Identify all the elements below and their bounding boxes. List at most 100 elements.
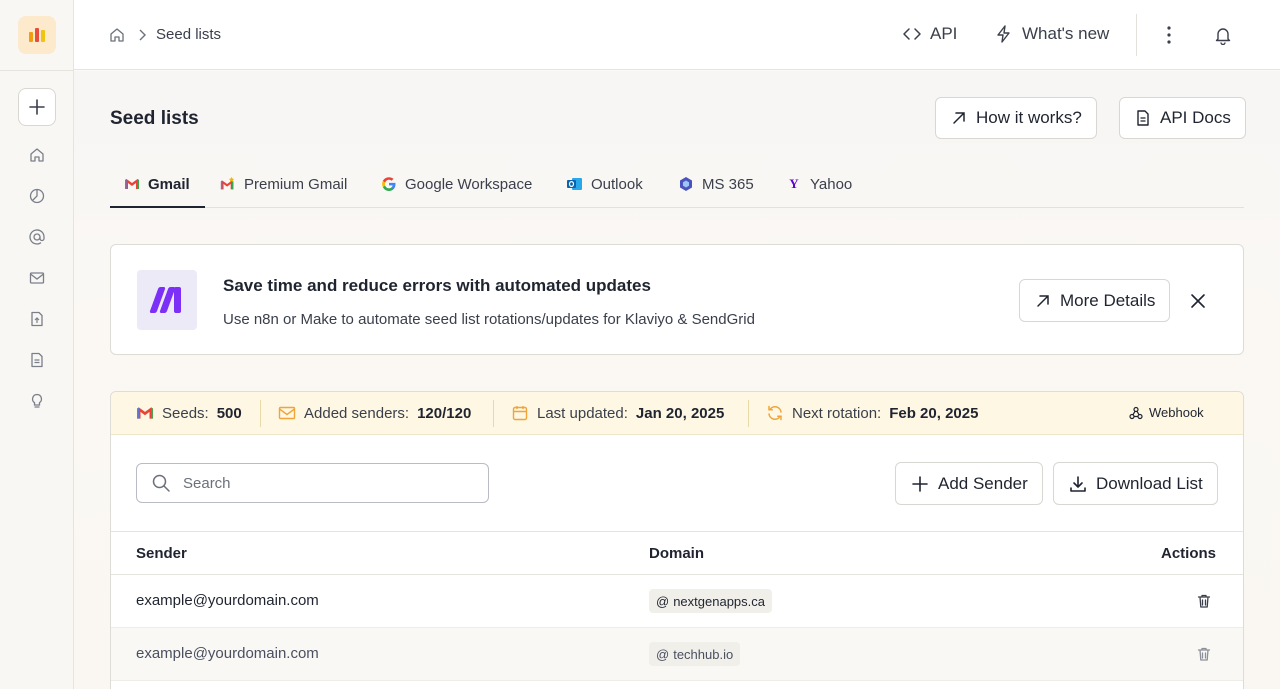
- at-sign-icon: @: [656, 593, 670, 609]
- breadcrumb-home-icon[interactable]: [108, 26, 126, 44]
- chevron-right-icon: [139, 29, 146, 41]
- more-menu-button[interactable]: [1158, 24, 1180, 46]
- stat-divider: [748, 400, 749, 427]
- download-list-button[interactable]: Download List: [1053, 462, 1218, 505]
- tab-outlook[interactable]: Outlook: [567, 173, 643, 195]
- stat-label: Added senders:: [304, 404, 410, 422]
- ms365-icon: [678, 176, 694, 192]
- tab-premium-gmail[interactable]: Premium Gmail: [220, 173, 347, 195]
- tab-label: Premium Gmail: [244, 175, 348, 193]
- whats-new-link[interactable]: What's new: [994, 24, 1109, 44]
- active-tab-indicator: [110, 206, 205, 208]
- at-sign-icon: [29, 229, 45, 245]
- stat-next-rotation: Next rotation: Feb 20, 2025: [766, 403, 978, 423]
- table-row: example@yourdomain.com @ nextgenapps.ca: [111, 575, 1243, 628]
- new-button[interactable]: [18, 88, 56, 126]
- close-icon: [1191, 294, 1205, 308]
- header-divider: [1136, 14, 1137, 56]
- webhook-link[interactable]: Webhook: [1129, 405, 1204, 420]
- stat-seeds: Seeds: 500: [136, 403, 242, 423]
- download-list-label: Download List: [1096, 473, 1203, 493]
- mail-icon: [29, 272, 45, 284]
- home-icon: [30, 148, 44, 162]
- tab-yahoo[interactable]: Y Yahoo: [786, 173, 852, 195]
- automation-banner: Save time and reduce errors with automat…: [110, 244, 1244, 355]
- stat-last-updated: Last updated: Jan 20, 2025: [511, 403, 724, 423]
- document-icon: [1137, 110, 1149, 126]
- column-header-domain: Domain: [649, 545, 705, 562]
- file-upload-icon: [31, 311, 43, 327]
- stat-divider: [493, 400, 494, 427]
- calendar-icon: [512, 406, 528, 421]
- sidebar-item-home[interactable]: [28, 146, 46, 164]
- sidebar-item-documents[interactable]: [28, 351, 46, 369]
- table-header: Sender Domain Actions: [111, 531, 1243, 575]
- tab-gmail[interactable]: Gmail: [124, 173, 190, 195]
- sidebar-item-addresses[interactable]: [28, 228, 46, 246]
- pie-chart-icon: [29, 188, 45, 204]
- more-details-button[interactable]: More Details: [1019, 279, 1171, 322]
- lightbulb-icon: [31, 393, 43, 408]
- stat-label: Next rotation:: [792, 404, 882, 422]
- domain-badge: @ nextgenapps.ca: [649, 589, 772, 613]
- arrow-up-right-icon: [953, 112, 965, 124]
- api-docs-label: API Docs: [1160, 108, 1231, 127]
- tab-label: Outlook: [591, 175, 643, 193]
- delete-icon[interactable]: [1195, 645, 1213, 663]
- tab-label: Gmail: [148, 175, 190, 193]
- make-logo-icon: [137, 270, 197, 330]
- tab-ms-365[interactable]: MS 365: [678, 173, 754, 195]
- api-link[interactable]: API: [902, 24, 957, 44]
- stat-value: Jan 20, 2025: [635, 404, 725, 422]
- stat-divider: [260, 400, 261, 427]
- api-docs-button[interactable]: API Docs: [1119, 97, 1246, 139]
- outlook-icon: [567, 176, 583, 192]
- sidebar-item-import[interactable]: [28, 310, 46, 328]
- sidebar-item-tips[interactable]: [28, 392, 46, 410]
- add-sender-label: Add Sender: [938, 473, 1028, 493]
- whats-new-label: What's new: [1022, 24, 1110, 43]
- sidebar-item-reports[interactable]: [28, 187, 46, 205]
- stat-value: 120/120: [417, 404, 472, 422]
- webhook-label: Webhook: [1149, 405, 1204, 420]
- mail-icon: [278, 406, 296, 420]
- top-header: Seed lists API What's new: [74, 0, 1280, 70]
- tab-label: MS 365: [702, 175, 754, 193]
- webhook-icon: [1129, 406, 1143, 419]
- stat-label: Seeds:: [162, 404, 209, 422]
- sender-email: example@yourdomain.com: [136, 645, 319, 662]
- add-sender-button[interactable]: Add Sender: [895, 462, 1043, 505]
- document-icon: [31, 352, 43, 368]
- search-input[interactable]: [183, 474, 463, 492]
- provider-tabs: Gmail Premium Gmail Google Workspace Out…: [110, 161, 1244, 208]
- stat-label: Last updated:: [537, 404, 628, 422]
- domain-text: techhub.io: [673, 646, 734, 662]
- page-title: Seed lists: [110, 108, 199, 129]
- gmail-icon: [124, 176, 140, 192]
- tab-google-workspace[interactable]: Google Workspace: [381, 173, 532, 195]
- plus-icon: [29, 99, 45, 115]
- column-header-actions: Actions: [1161, 545, 1217, 562]
- how-it-works-button[interactable]: How it works?: [935, 97, 1097, 139]
- column-header-sender: Sender: [136, 545, 187, 562]
- tab-label: Yahoo: [810, 175, 853, 193]
- app-logo[interactable]: [18, 16, 56, 54]
- notifications-button[interactable]: [1212, 24, 1234, 46]
- how-it-works-label: How it works?: [976, 108, 1082, 127]
- code-icon: [903, 28, 921, 40]
- close-banner-button[interactable]: [1187, 290, 1209, 312]
- arrow-up-right-icon: [1037, 294, 1049, 307]
- lightning-icon: [997, 25, 1010, 43]
- breadcrumb-current: Seed lists: [156, 26, 222, 43]
- plus-icon: [912, 475, 928, 492]
- delete-icon[interactable]: [1195, 592, 1213, 610]
- google-icon: [381, 176, 397, 192]
- seed-list-card: Seeds: 500 Added senders: 120/120 Last u…: [110, 391, 1244, 689]
- domain-text: nextgenapps.ca: [673, 593, 765, 609]
- download-icon: [1070, 475, 1086, 492]
- gmail-icon: [220, 176, 236, 192]
- sender-email: example@yourdomain.com: [136, 592, 319, 609]
- tab-label: Google Workspace: [405, 175, 533, 193]
- sidebar-item-inbox[interactable]: [28, 269, 46, 287]
- table-row: example@yourdomain.com @ techhub.io: [111, 628, 1243, 681]
